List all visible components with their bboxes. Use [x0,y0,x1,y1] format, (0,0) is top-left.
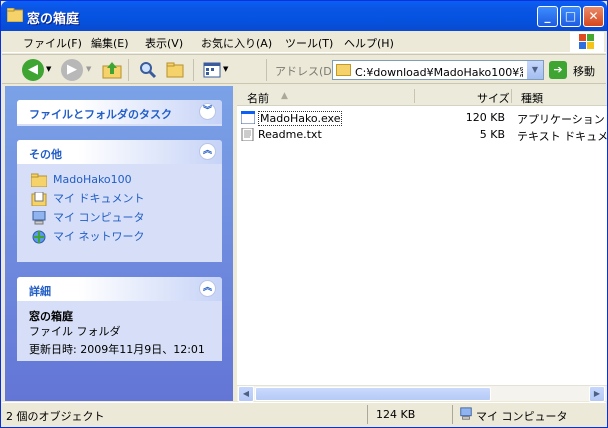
link-label: マイ ネットワーク [53,230,145,243]
file-type: アプリケーション [517,113,605,126]
forward-arrow-icon: ▶ [67,62,77,77]
views-icon[interactable] [203,61,221,79]
details-panel: 詳細 ︽ 窓の箱庭 ファイル フォルダ 更新日時: 2009年11月9日、12:… [17,277,222,361]
forward-dropdown-icon[interactable]: ▼ [86,65,91,73]
details-type: ファイル フォルダ [29,325,121,338]
go-button[interactable]: 移動 [573,63,595,79]
column-separator[interactable] [511,89,512,103]
panel-title: その他 [29,148,62,161]
window-title: 窓の箱庭 [27,12,80,27]
file-row[interactable]: MadoHako.exe 120 KB アプリケーション [237,110,607,126]
back-button[interactable]: ◀ [22,59,44,81]
file-folder-tasks-header[interactable]: ファイルとフォルダのタスク ︾ [17,100,222,124]
my-network-icon [32,230,46,244]
go-arrow-icon[interactable]: ➔ [549,61,567,79]
link-label: MadoHako100 [53,173,132,186]
scroll-right-icon[interactable]: ▶ [589,386,605,402]
column-header: 名前 ▲ サイズ 種類 [237,86,607,106]
up-folder-icon[interactable] [102,60,122,80]
views-dropdown-icon[interactable]: ▼ [223,65,228,73]
text-document-icon [241,128,254,141]
file-size: 5 KB [479,128,505,141]
menu-file[interactable]: ファイル(F) [23,35,82,51]
file-folder-tasks-panel: ファイルとフォルダのタスク ︾ [17,100,222,126]
my-computer-icon [32,211,46,225]
forward-button[interactable]: ▶ [61,59,83,81]
column-type[interactable]: 種類 [521,90,543,106]
menu-edit[interactable]: 編集(E) [91,35,129,51]
link-my-documents[interactable]: マイ ドキュメント [29,191,210,210]
scroll-thumb[interactable] [255,387,491,401]
toolbar-separator [193,59,194,81]
status-separator [367,405,368,424]
task-pane: ファイルとフォルダのタスク ︾ その他 ︽ MadoHako100 マイ ドキュ… [5,86,233,401]
menu-view[interactable]: 表示(V) [145,35,183,51]
close-button[interactable]: ✕ [583,6,604,27]
folder-icon [7,8,23,22]
panel-title: 詳細 [29,285,51,298]
file-list[interactable]: 名前 ▲ サイズ 種類 MadoHako.exe 120 KB アプリケーション… [237,86,608,402]
column-name[interactable]: 名前 [247,90,269,106]
collapse-chevron-icon[interactable]: ︽ [199,280,216,297]
status-object-count: 2 個のオブジェクト [6,410,105,423]
toolbar: ◀ ▼ ▶ ▼ ▼ アドレス(D) C:¥download¥MadoHako10… [2,54,606,84]
menu-favorites[interactable]: お気に入り(A) [201,35,272,51]
link-label: マイ ドキュメント [53,192,145,205]
minimize-button[interactable]: _ [537,6,558,27]
my-computer-icon [460,407,472,420]
address-field[interactable]: C:¥download¥MadoHako100¥窓の箱庭 ▼ [332,60,544,80]
folder-icon [336,64,351,76]
panel-title: ファイルとフォルダのタスク [29,108,172,121]
windows-logo-icon [570,32,604,52]
other-places-panel: その他 ︽ MadoHako100 マイ ドキュメント マイ コンピュータ マイ… [17,140,222,262]
application-icon [241,111,255,124]
back-arrow-icon: ◀ [28,62,38,77]
link-my-network[interactable]: マイ ネットワーク [29,229,210,248]
file-type: テキスト ドキュメント [517,130,608,143]
column-separator[interactable] [414,89,415,103]
status-separator [452,405,453,424]
file-row[interactable]: Readme.txt 5 KB テキスト ドキュメント [237,127,608,143]
file-size: 120 KB [465,111,505,124]
horizontal-scrollbar[interactable]: ◀ ▶ [237,385,607,402]
details-name: 窓の箱庭 [29,310,73,323]
search-icon[interactable] [138,60,158,80]
menu-bar: ファイル(F) 編集(E) 表示(V) お気に入り(A) ツール(T) ヘルプ(… [2,31,606,53]
my-documents-icon [31,192,47,206]
maximize-button[interactable]: □ [560,6,581,27]
explorer-window: 窓の箱庭 _ □ ✕ ファイル(F) 編集(E) 表示(V) お気に入り(A) … [0,0,608,428]
address-label: アドレス(D) [275,65,337,78]
menu-tools[interactable]: ツール(T) [285,35,333,51]
details-header[interactable]: 詳細 ︽ [17,277,222,301]
sort-ascending-icon: ▲ [281,91,288,101]
status-location: マイ コンピュータ [476,410,568,423]
link-my-computer[interactable]: マイ コンピュータ [29,210,210,229]
title-bar[interactable]: 窓の箱庭 _ □ ✕ [1,1,607,31]
column-size[interactable]: サイズ [477,90,510,106]
expand-chevron-icon[interactable]: ︾ [199,103,216,120]
file-name[interactable]: MadoHako.exe [258,111,343,126]
toolbar-separator [128,59,129,81]
file-name[interactable]: Readme.txt [258,128,322,141]
address-path[interactable]: C:¥download¥MadoHako100¥窓の箱庭 [355,64,523,80]
link-madohako100[interactable]: MadoHako100 [29,172,210,191]
collapse-chevron-icon[interactable]: ︽ [199,143,216,160]
address-dropdown-icon[interactable]: ▼ [526,61,543,79]
toolbar-separator [266,59,267,81]
scroll-left-icon[interactable]: ◀ [238,386,254,402]
link-label: マイ コンピュータ [53,211,145,224]
folder-icon [31,173,47,187]
details-modified: 更新日時: 2009年11月9日、12:01 [29,343,205,356]
back-dropdown-icon[interactable]: ▼ [46,65,51,73]
status-size: 124 KB [376,408,416,421]
status-bar: 2 個のオブジェクト 124 KB マイ コンピュータ [2,402,606,426]
folders-icon[interactable] [165,60,185,80]
other-places-header[interactable]: その他 ︽ [17,140,222,164]
menu-help[interactable]: ヘルプ(H) [344,35,394,51]
